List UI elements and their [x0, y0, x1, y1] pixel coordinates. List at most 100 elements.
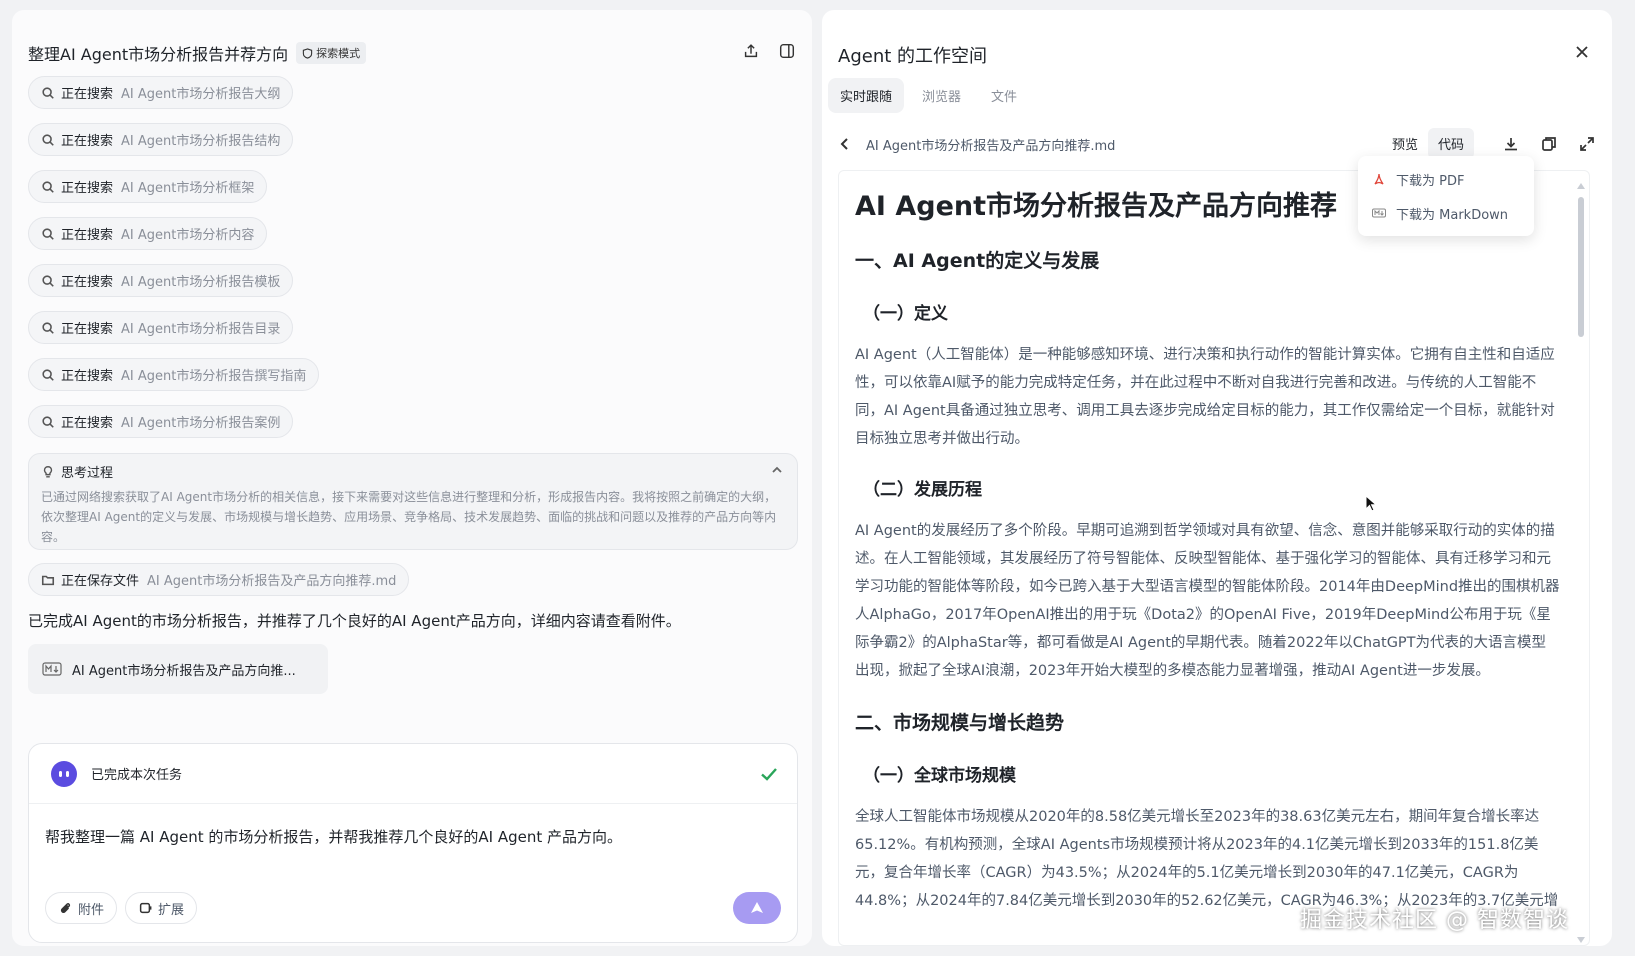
- search-step[interactable]: 正在搜索 AI Agent市场分析报告目录: [28, 311, 294, 344]
- watermark: 掘金技术社区 @ 智数智谈: [1300, 908, 1569, 933]
- chat-header: 整理AI Agent市场分析报告并荐方向 探索模式: [28, 34, 796, 72]
- doc-section-heading: 二、市场规模与增长趋势: [855, 712, 1065, 734]
- download-pdf-label: 下载为 PDF: [1396, 173, 1465, 189]
- doc-subsection-heading: （一）全球市场规模: [863, 766, 1016, 786]
- chat-panel: 整理AI Agent市场分析报告并荐方向 探索模式 正在搜索 AI Agent市场…: [12, 10, 812, 946]
- search-icon: [42, 321, 54, 334]
- code-button[interactable]: 代码: [1427, 128, 1474, 159]
- doc-paragraph: AI Agent（人工智能体）是一种能够感知环境、进行决策和执行动作的智能计算实…: [855, 347, 1555, 447]
- save-verb: 正在保存文件: [61, 574, 140, 589]
- attachment-card[interactable]: AI Agent市场分析报告及产品方向推...: [28, 644, 328, 694]
- tab-files[interactable]: 文件: [979, 78, 1029, 113]
- scroll-up-arrow[interactable]: [1577, 183, 1585, 189]
- step-query: AI Agent市场分析报告案例: [121, 416, 281, 431]
- expand-button[interactable]: 扩展: [125, 892, 198, 924]
- close-icon[interactable]: [1574, 44, 1590, 60]
- markdown-icon: [1372, 208, 1386, 218]
- search-step[interactable]: 正在搜索 AI Agent市场分析报告模板: [28, 264, 294, 297]
- step-query: AI Agent市场分析内容: [121, 228, 255, 243]
- file-name: AI Agent市场分析报告及产品方向推荐.md: [866, 138, 1116, 154]
- copy-icon[interactable]: [1540, 135, 1558, 153]
- save-file-step[interactable]: 正在保存文件 AI Agent市场分析报告及产品方向推荐.md: [28, 563, 410, 596]
- thinking-header[interactable]: 思考过程: [41, 462, 785, 481]
- search-icon: [42, 368, 54, 381]
- workspace-panel: Agent 的工作空间 实时跟随 浏览器 文件 AI Agent市场分析报告及产…: [822, 10, 1612, 946]
- check-icon: [761, 768, 777, 781]
- search-step[interactable]: 正在搜索 AI Agent市场分析报告大纲: [28, 76, 294, 109]
- attach-button[interactable]: 附件: [45, 892, 118, 924]
- step-verb: 正在搜索: [61, 87, 114, 102]
- scroll-thumb[interactable]: [1578, 197, 1584, 337]
- send-button[interactable]: [733, 892, 781, 924]
- save-file-name: AI Agent市场分析报告及产品方向推荐.md: [147, 574, 397, 589]
- paperclip-icon: [60, 903, 71, 913]
- step-verb: 正在搜索: [61, 228, 114, 243]
- bot-avatar: [51, 760, 77, 787]
- task-composer: 已完成本次任务 帮我整理一篇 AI Agent 的市场分析报告，并帮我推荐几个良…: [28, 743, 798, 943]
- step-query: AI Agent市场分析框架: [121, 181, 255, 196]
- task-status-text: 已完成本次任务: [91, 768, 183, 783]
- mode-badge-label: 探索模式: [316, 47, 361, 60]
- doc-paragraph: AI Agent的发展经历了多个阶段。早期可追溯到哲学领域对具有欲望、信念、意图…: [855, 523, 1560, 679]
- download-markdown-option[interactable]: 下载为 MarkDown: [1358, 196, 1534, 230]
- step-query: AI Agent市场分析报告目录: [121, 322, 281, 337]
- view-toggle: 预览 代码: [1382, 128, 1474, 159]
- search-icon: [42, 86, 54, 99]
- attach-label: 附件: [78, 902, 105, 918]
- chevron-up-icon[interactable]: [771, 464, 783, 476]
- step-verb: 正在搜索: [61, 275, 114, 290]
- download-menu: 下载为 PDF 下载为 MarkDown: [1358, 156, 1534, 236]
- thinking-title: 思考过程: [61, 466, 114, 481]
- workspace-title: Agent 的工作空间: [838, 46, 988, 67]
- download-icon[interactable]: [1502, 135, 1520, 153]
- search-steps: 正在搜索 AI Agent市场分析报告大纲 正在搜索 AI Agent市场分析报告结…: [28, 76, 788, 452]
- back-arrow-icon[interactable]: [838, 137, 852, 151]
- workspace-tabs: 实时跟随 浏览器 文件: [828, 78, 1029, 113]
- doc-paragraph: 全球人工智能体市场规模从2020年的8.58亿美元增长至2023年的38.63亿…: [855, 809, 1559, 909]
- step-verb: 正在搜索: [61, 369, 114, 384]
- mouse-cursor-icon: [1365, 495, 1377, 512]
- search-step[interactable]: 正在搜索 AI Agent市场分析内容: [28, 217, 268, 250]
- search-step[interactable]: 正在搜索 AI Agent市场分析报告案例: [28, 405, 294, 438]
- fullscreen-icon[interactable]: [1578, 135, 1596, 153]
- prompt-text[interactable]: 帮我整理一篇 AI Agent 的市场分析报告，并帮我推荐几个良好的AI Age…: [45, 826, 622, 847]
- pdf-icon: [1374, 173, 1384, 185]
- extension-icon: [139, 902, 152, 914]
- doc-subsection-heading: （二）发展历程: [863, 480, 982, 500]
- preview-button[interactable]: 预览: [1382, 128, 1428, 159]
- download-markdown-label: 下载为 MarkDown: [1396, 207, 1509, 223]
- thinking-body: 已通过网络搜索获取了AI Agent市场分析的相关信息，接下来需要对这些信息进行…: [41, 490, 777, 544]
- step-verb: 正在搜索: [61, 416, 114, 431]
- step-query: AI Agent市场分析报告撰写指南: [121, 369, 307, 384]
- doc-subsection-heading: （一）定义: [863, 304, 948, 324]
- result-summary: 已完成AI Agent的市场分析报告，并推荐了几个良好的AI Agent产品方向…: [28, 612, 681, 630]
- tab-browser[interactable]: 浏览器: [910, 78, 973, 113]
- task-status-bar: 已完成本次任务: [29, 744, 797, 804]
- document-viewer: AI Agent市场分析报告及产品方向推荐 一、AI Agent的定义与发展 （…: [838, 170, 1590, 946]
- scroll-down-arrow[interactable]: [1577, 937, 1585, 943]
- search-icon: [42, 227, 54, 240]
- download-pdf-option[interactable]: 下载为 PDF: [1358, 162, 1534, 196]
- sidebar-toggle-icon[interactable]: [778, 42, 796, 60]
- step-verb: 正在搜索: [61, 322, 114, 337]
- thinking-panel: 思考过程 已通过网络搜索获取了AI Agent市场分析的相关信息，接下来需要对这…: [28, 453, 798, 550]
- step-query: AI Agent市场分析报告大纲: [121, 87, 281, 102]
- step-query: AI Agent市场分析报告结构: [121, 134, 281, 149]
- tab-live-follow[interactable]: 实时跟随: [828, 78, 905, 113]
- doc-section-heading: 一、AI Agent的定义与发展: [855, 250, 1100, 272]
- search-step[interactable]: 正在搜索 AI Agent市场分析框架: [28, 170, 268, 203]
- search-icon: [42, 180, 54, 193]
- mode-badge: 探索模式: [296, 42, 367, 64]
- shield-icon: [302, 47, 313, 59]
- share-icon[interactable]: [742, 42, 760, 60]
- step-query: AI Agent市场分析报告模板: [121, 275, 281, 290]
- scrollbar[interactable]: [1577, 183, 1585, 943]
- search-icon: [42, 274, 54, 287]
- send-arrow-icon: [751, 902, 763, 913]
- search-icon: [42, 415, 54, 428]
- search-icon: [42, 133, 54, 146]
- search-step[interactable]: 正在搜索 AI Agent市场分析报告结构: [28, 123, 294, 156]
- markdown-file-icon: [42, 662, 62, 676]
- expand-label: 扩展: [158, 902, 185, 918]
- search-step[interactable]: 正在搜索 AI Agent市场分析报告撰写指南: [28, 358, 320, 391]
